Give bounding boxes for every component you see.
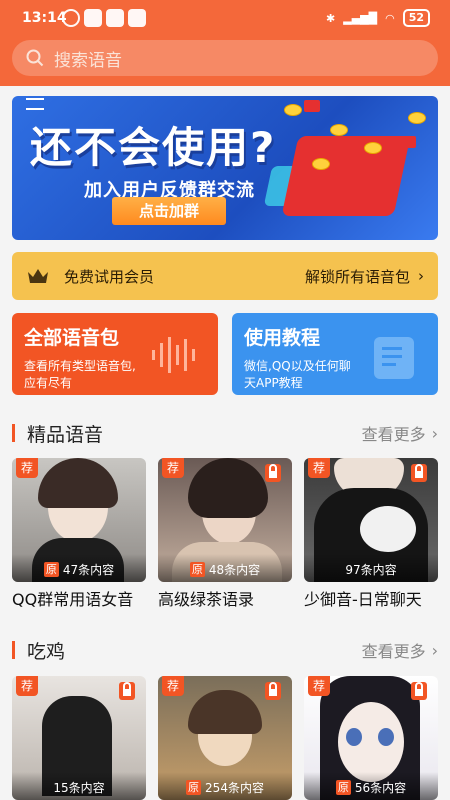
search-placeholder: 搜索语音: [54, 50, 122, 71]
original-badge: 原: [189, 562, 205, 577]
vip-trial-bar[interactable]: 免费试用会员 解锁所有语音包 ›: [12, 252, 438, 300]
section-header-pubg: 吃鸡 查看更多 ›: [12, 636, 438, 664]
status-bar: 13:14 ✱ ▂▄▆█ ◠ 52: [0, 0, 450, 36]
voice-pack-tile[interactable]: 荐 15条内容: [12, 676, 146, 800]
view-more-link[interactable]: 查看更多 ›: [362, 638, 438, 662]
app-notification-icon: [128, 9, 146, 27]
section-title: 吃鸡: [27, 640, 66, 663]
content-count: 97条内容: [304, 561, 438, 578]
crown-icon: [28, 269, 48, 283]
coin-icon: [364, 142, 382, 154]
red-envelope-icon: [304, 100, 320, 112]
voice-pack-tile[interactable]: 荐 97条内容: [304, 458, 438, 582]
cover-image: [346, 728, 362, 746]
count-text: 48条内容: [208, 563, 261, 577]
recommend-badge: 荐: [16, 676, 38, 696]
vip-action: 解锁所有语音包: [304, 267, 410, 286]
count-text: 56条内容: [354, 781, 407, 795]
count-text: 15条内容: [53, 781, 105, 795]
lock-icon: [265, 682, 281, 700]
alarm-icon: [62, 9, 80, 27]
status-right: ✱ ▂▄▆█ ◠ 52: [326, 9, 430, 27]
recommend-badge: 荐: [162, 676, 184, 696]
battery-icon: 52: [402, 9, 430, 27]
coin-icon: [312, 158, 330, 170]
chevron-right-icon: ›: [431, 423, 438, 443]
voice-pack-caption[interactable]: QQ群常用语女音: [12, 586, 133, 610]
chevron-right-icon: ›: [418, 267, 424, 285]
menu-icon: [26, 98, 44, 110]
section-accent: [12, 641, 15, 659]
content-count: 原 47条内容: [12, 561, 146, 578]
original-badge: 原: [186, 780, 202, 795]
voice-pack-tile[interactable]: 荐 原 254条内容: [158, 676, 292, 800]
voice-pack-caption[interactable]: 高级绿茶语录: [158, 586, 254, 610]
status-time: 13:14: [22, 10, 67, 26]
count-text: 97条内容: [345, 563, 397, 577]
search-input[interactable]: 搜索语音: [12, 40, 438, 76]
voice-pack-caption[interactable]: 少御音-日常聊天: [304, 586, 422, 610]
all-voice-packs-card[interactable]: 全部语音包 查看所有类型语音包, 应有尽有: [12, 313, 218, 395]
cover-image: [188, 458, 268, 518]
tutorial-card[interactable]: 使用教程 微信,QQ以及任何聊天APP教程: [232, 313, 438, 395]
section-header-premium: 精品语音 查看更多 ›: [12, 419, 438, 447]
chevron-right-icon: ›: [431, 640, 438, 660]
section-accent: [12, 424, 15, 442]
bluetooth-icon: ✱: [326, 11, 336, 25]
promo-banner[interactable]: 还不会使用? 加入用户反馈群交流 点击加群: [12, 96, 438, 240]
decor-red-envelope: [281, 136, 411, 216]
voice-pack-tile[interactable]: 荐 原 56条内容: [304, 676, 438, 800]
recommend-badge: 荐: [308, 458, 330, 478]
cover-image: [188, 690, 262, 734]
voice-pack-tile[interactable]: 荐 原 47条内容: [12, 458, 146, 582]
banner-title: 还不会使用?: [30, 123, 277, 172]
cover-image: [378, 728, 394, 746]
document-icon: [374, 337, 414, 379]
join-group-button[interactable]: 点击加群: [112, 197, 226, 225]
voice-pack-tile[interactable]: 荐 原 48条内容: [158, 458, 292, 582]
section-title: 精品语音: [27, 423, 104, 446]
signal-icon: ▂▄▆█: [343, 11, 378, 25]
cover-image: [38, 458, 118, 508]
cover-image: [360, 506, 416, 552]
coin-icon: [284, 104, 302, 116]
view-more-link[interactable]: 查看更多 ›: [362, 421, 438, 445]
search-icon: [26, 49, 44, 67]
lock-icon: [411, 682, 427, 700]
lock-icon: [265, 464, 281, 482]
content-count: 原 56条内容: [304, 779, 438, 796]
recommend-badge: 荐: [308, 676, 330, 696]
content-count: 原 254条内容: [158, 779, 292, 796]
vip-label: 免费试用会员: [64, 267, 155, 286]
wifi-icon: ◠: [385, 11, 395, 25]
original-badge: 原: [335, 780, 351, 795]
app-notification-icon: [106, 9, 124, 27]
app-notification-icon: [84, 9, 102, 27]
coin-icon: [408, 112, 426, 124]
card-desc: 查看所有类型语音包, 应有尽有: [24, 359, 136, 390]
lock-icon: [119, 682, 135, 700]
count-text: 254条内容: [205, 781, 264, 795]
view-more-label: 查看更多: [361, 425, 426, 444]
recommend-badge: 荐: [16, 458, 38, 478]
count-text: 47条内容: [62, 563, 115, 577]
red-envelope-icon: [400, 136, 416, 148]
coin-icon: [330, 124, 348, 136]
recommend-badge: 荐: [162, 458, 184, 478]
lock-icon: [411, 464, 427, 482]
sound-wave-icon: [152, 337, 195, 373]
content-count: 原 48条内容: [158, 561, 292, 578]
card-desc: 微信,QQ以及任何聊天APP教程: [244, 359, 351, 390]
content-count: 15条内容: [12, 779, 146, 796]
original-badge: 原: [43, 562, 59, 577]
app-header: 13:14 ✱ ▂▄▆█ ◠ 52 搜索语音: [0, 0, 450, 86]
view-more-label: 查看更多: [361, 642, 426, 661]
